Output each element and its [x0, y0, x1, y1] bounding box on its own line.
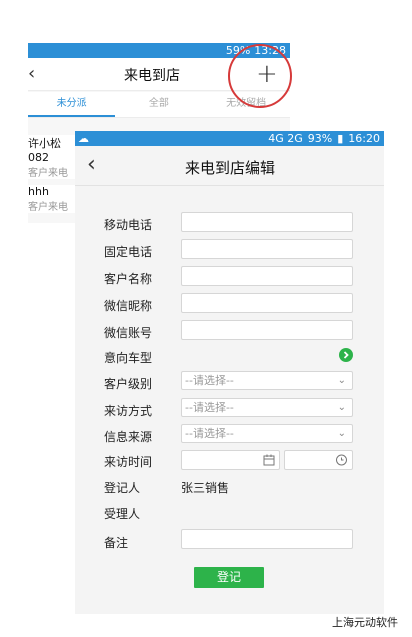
page-title: 来电到店 [124, 68, 180, 84]
customer-name-label: 客户名称 [104, 272, 153, 286]
wechat-account-label: 微信账号 [104, 326, 153, 340]
select-placeholder: --请选择-- [185, 427, 234, 440]
wechat-nickname-label: 微信昵称 [104, 299, 153, 313]
clock: 16:20 [348, 132, 380, 145]
customer-level-label: 客户级别 [104, 377, 153, 391]
receiver-label: 受理人 [104, 507, 141, 521]
status-bar: ☁ 4G 2G 93% ▮ 16:20 [75, 131, 384, 146]
list-item-name: hhh [28, 185, 49, 198]
chevron-right-circle-icon[interactable] [339, 348, 353, 362]
watermark: 上海元动软件 [332, 616, 398, 629]
mobile-label: 移动电话 [104, 218, 153, 232]
edit-screen: ☁ 4G 2G 93% ▮ 16:20 ‹ 来电到店编辑 移动电话 固定电话 客… [75, 131, 384, 614]
chevron-down-icon: ⌄ [337, 428, 346, 439]
landline-label: 固定电话 [104, 245, 153, 259]
highlight-circle [228, 44, 292, 108]
chevron-down-icon: ⌄ [337, 402, 346, 413]
info-source-select[interactable]: --请选择-- ⌄ [181, 424, 353, 443]
remarks-input[interactable] [181, 529, 353, 549]
chevron-left-icon[interactable]: ‹ [87, 152, 96, 177]
chevron-left-icon[interactable]: ‹ [28, 63, 46, 85]
select-placeholder: --请选择-- [185, 374, 234, 387]
info-source-label: 信息来源 [104, 430, 153, 444]
page-title: 来电到店编辑 [185, 159, 276, 177]
visit-method-label: 来访方式 [104, 404, 153, 418]
battery-level: 93% [307, 132, 333, 145]
visit-time-label: 来访时间 [104, 455, 153, 469]
wechat-account-input[interactable] [181, 320, 353, 340]
register-button[interactable]: 登记 [194, 567, 264, 588]
list-item-name: 许小松082 [28, 137, 61, 164]
landline-input[interactable] [181, 239, 353, 259]
mobile-input[interactable] [181, 212, 353, 232]
battery-icon: ▮ [337, 132, 344, 145]
alarm-clock-icon[interactable] [335, 453, 348, 466]
network-indicator: 4G 2G [268, 132, 303, 145]
app-icon: ☁ [78, 132, 89, 145]
visit-date-input[interactable] [181, 450, 280, 470]
remarks-label: 备注 [104, 536, 129, 550]
calendar-icon[interactable] [263, 454, 275, 466]
tab-all[interactable]: 全部 [115, 92, 202, 117]
visit-method-select[interactable]: --请选择-- ⌄ [181, 398, 353, 417]
wechat-nickname-input[interactable] [181, 293, 353, 313]
select-placeholder: --请选择-- [185, 401, 234, 414]
tab-unassigned[interactable]: 未分派 [28, 92, 116, 117]
registrant-label: 登记人 [104, 481, 141, 495]
intended-model-label: 意向车型 [104, 351, 153, 365]
list-item-source: 客户来电 [28, 202, 68, 213]
registrant-value: 张三销售 [181, 481, 230, 495]
visit-clock-input[interactable] [284, 450, 353, 470]
list-item[interactable]: 许小松082 客户来电 [28, 135, 75, 179]
customer-name-input[interactable] [181, 266, 353, 286]
customer-level-select[interactable]: --请选择-- ⌄ [181, 371, 353, 390]
list-item-source: 客户来电 [28, 168, 68, 179]
list-item[interactable]: hhh 客户来电 [28, 185, 75, 213]
chevron-down-icon: ⌄ [337, 375, 346, 386]
nav-bar: ‹ 来电到店编辑 [75, 146, 384, 186]
